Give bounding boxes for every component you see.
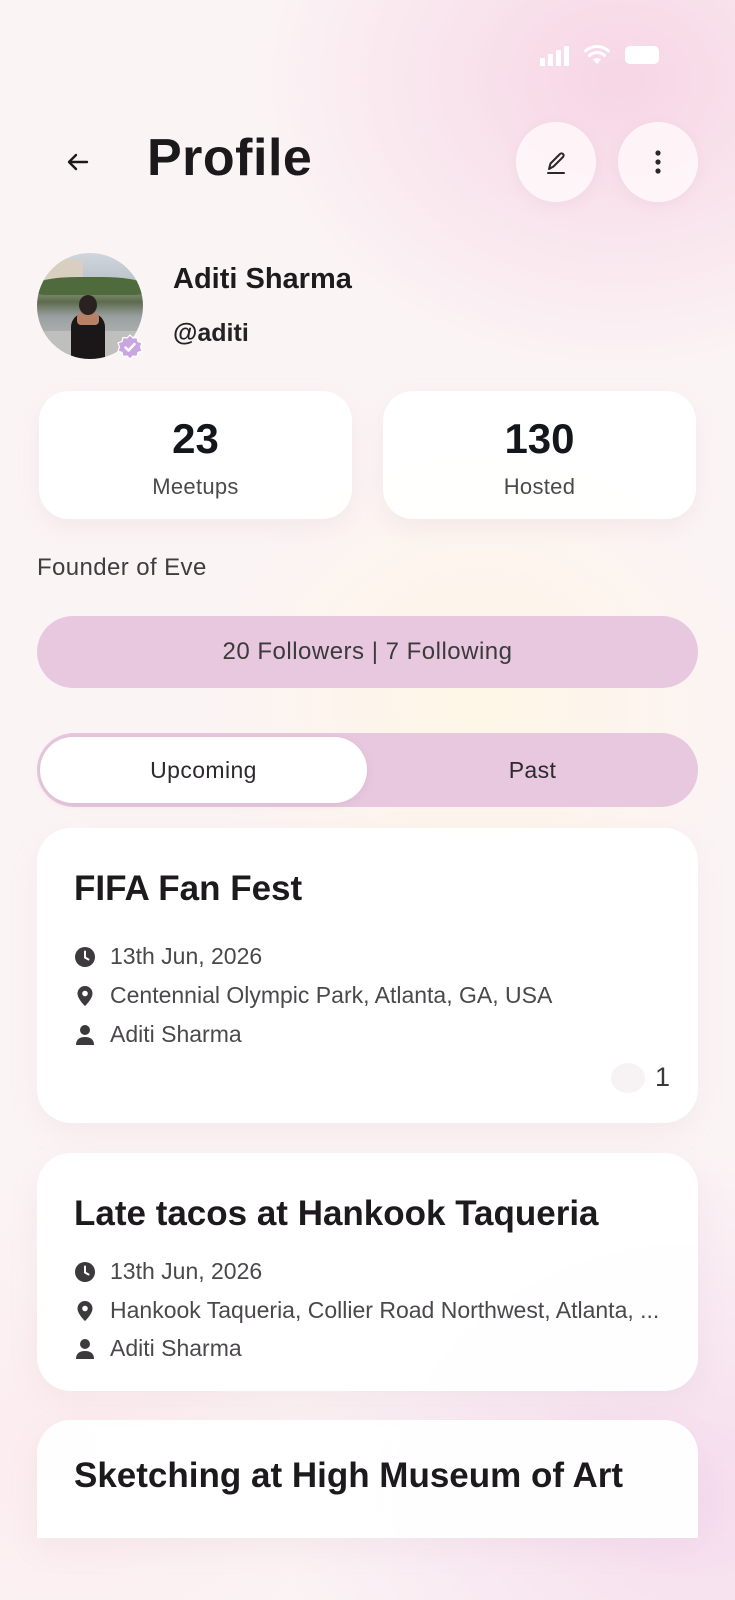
event-title: Sketching at High Museum of Art <box>74 1456 624 1495</box>
location-pin-icon <box>74 985 96 1007</box>
signal-icon <box>540 44 569 66</box>
more-vertical-icon <box>655 150 661 174</box>
event-date: 13th Jun, 2026 <box>110 1258 263 1284</box>
event-tabs: Upcoming Past <box>37 733 698 807</box>
event-location-row: Centennial Olympic Park, Atlanta, GA, US… <box>74 982 552 1009</box>
stat-value: 130 <box>504 415 575 462</box>
back-arrow-icon <box>67 153 89 171</box>
tab-upcoming[interactable]: Upcoming <box>40 737 367 803</box>
event-host: Aditi Sharma <box>110 1021 242 1047</box>
event-card[interactable]: FIFA Fan Fest 13th Jun, 2026 Centennial … <box>37 828 698 1123</box>
attendee-count[interactable]: 1 <box>610 1062 670 1093</box>
edit-profile-button[interactable] <box>516 122 596 202</box>
event-card[interactable]: Late tacos at Hankook Taqueria 13th Jun,… <box>37 1153 698 1391</box>
event-host-row: Aditi Sharma <box>74 1335 242 1362</box>
verified-badge-icon <box>117 334 143 360</box>
event-location: Centennial Olympic Park, Atlanta, GA, US… <box>110 982 553 1008</box>
more-options-button[interactable] <box>618 122 698 202</box>
user-handle: @aditi <box>173 319 249 347</box>
event-host: Aditi Sharma <box>110 1335 242 1361</box>
person-icon <box>74 1338 96 1360</box>
clock-icon <box>74 1261 96 1283</box>
tab-past[interactable]: Past <box>367 733 698 807</box>
user-name: Aditi Sharma <box>173 263 352 295</box>
event-location: Hankook Taqueria, Collier Road Northwest… <box>110 1297 660 1323</box>
battery-icon <box>625 46 659 64</box>
stat-card-hosted[interactable]: 130 Hosted <box>383 391 696 519</box>
event-host-row: Aditi Sharma <box>74 1021 242 1048</box>
event-card[interactable]: Sketching at High Museum of Art <box>37 1420 698 1538</box>
stat-label: Hosted <box>503 474 576 499</box>
attendee-count-value: 1 <box>654 1062 670 1092</box>
event-date-row: 13th Jun, 2026 <box>74 1258 262 1285</box>
wifi-icon <box>584 45 610 64</box>
event-title: FIFA Fan Fest <box>74 869 303 908</box>
clock-icon <box>74 946 96 968</box>
event-date-row: 13th Jun, 2026 <box>74 943 262 970</box>
pencil-icon <box>547 152 565 174</box>
stat-card-meetups[interactable]: 23 Meetups <box>39 391 352 519</box>
event-location-row: Hankook Taqueria, Collier Road Northwest… <box>74 1297 659 1324</box>
event-date: 13th Jun, 2026 <box>110 943 263 969</box>
stat-value: 23 <box>172 415 219 462</box>
page-title: Profile <box>147 129 313 187</box>
profile-bio: Founder of Eve <box>37 554 207 581</box>
event-title: Late tacos at Hankook Taqueria <box>74 1194 599 1233</box>
back-button[interactable] <box>56 140 100 184</box>
followers-following-button[interactable]: 20 Followers | 7 Following <box>37 616 698 688</box>
location-pin-icon <box>74 1300 96 1322</box>
attendee-avatar <box>610 1062 645 1093</box>
stat-label: Meetups <box>152 474 239 499</box>
person-icon <box>74 1024 96 1046</box>
status-bar <box>540 44 659 66</box>
